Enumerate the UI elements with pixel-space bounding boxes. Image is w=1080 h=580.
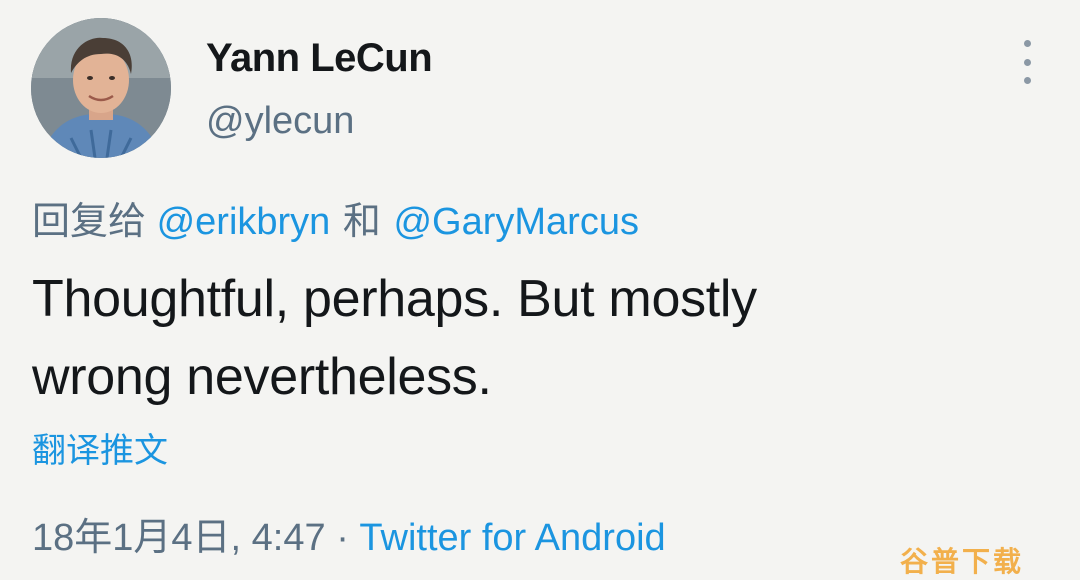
mention-link[interactable]: @GaryMarcus [393,201,639,243]
watermark: 谷普下载 [900,546,1025,577]
tweet-text: Thoughtful, perhaps. But mostly wrong ne… [32,260,1012,416]
tweet-text-line: wrong nevertheless. [32,348,492,406]
translate-tweet-link[interactable]: 翻译推文 [32,423,168,472]
avatar[interactable] [31,18,171,158]
source-link[interactable]: Twitter for Android [359,517,665,559]
mention-link[interactable]: @erikbryn [157,201,331,243]
tweet-meta: 18年1月4日, 4:47 · Twitter for Android [32,506,666,561]
more-options-icon[interactable] [1012,40,1042,84]
reply-prefix: 回复给 [32,201,147,243]
display-name[interactable]: Yann LeCun [206,36,433,81]
dot [1023,77,1031,84]
dot [1023,40,1031,47]
user-handle[interactable]: @ylecun [206,100,354,143]
tweet-text-line: Thoughtful, perhaps. But mostly [32,270,757,328]
reply-context: 回复给 @erikbryn 和 @GaryMarcus [32,190,639,245]
meta-separator: · [336,517,349,559]
dot [1023,58,1031,66]
timestamp[interactable]: 18年1月4日, 4:47 [32,517,326,559]
tweet-card: Yann LeCun @ylecun 回复给 @erikbryn 和 @Gary… [0,0,1080,580]
reply-joiner: 和 [342,201,381,243]
